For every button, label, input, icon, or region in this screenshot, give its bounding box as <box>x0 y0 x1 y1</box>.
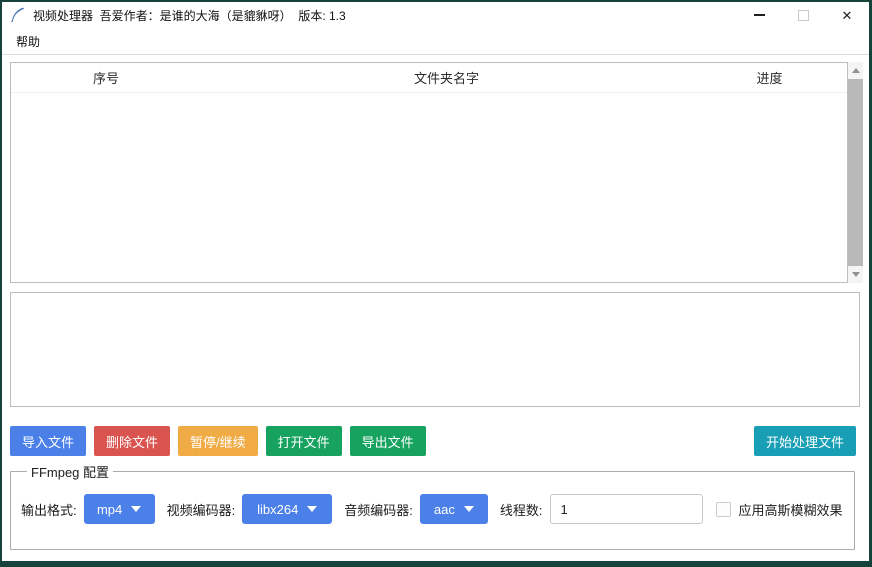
file-table-header: 序号 文件夹名字 进度 <box>11 63 847 93</box>
file-table[interactable]: 序号 文件夹名字 进度 <box>10 62 848 283</box>
close-button[interactable]: ✕ <box>825 2 869 28</box>
output-format-value: mp4 <box>97 502 122 517</box>
minimize-button[interactable] <box>737 2 781 28</box>
import-files-button[interactable]: 导入文件 <box>10 426 86 456</box>
ffmpeg-config-group: FFmpeg 配置 输出格式: mp4 视频编码器: libx264 音频编码器… <box>10 462 855 550</box>
video-encoder-value: libx264 <box>257 502 298 517</box>
threads-label: 线程数: <box>500 500 543 519</box>
close-icon: ✕ <box>842 9 853 22</box>
video-encoder-label: 视频编码器: <box>167 500 236 519</box>
start-processing-button[interactable]: 开始处理文件 <box>754 426 856 456</box>
app-window: 视频处理器 吾爱作者：是谁的大海（是貔貅呀） 版本: 1.3 ✕ 帮助 序号 文… <box>0 0 872 567</box>
export-files-button[interactable]: 导出文件 <box>350 426 426 456</box>
video-encoder-select[interactable]: libx264 <box>242 494 332 524</box>
scrollbar-thumb[interactable] <box>848 79 863 266</box>
delete-files-button[interactable]: 删除文件 <box>94 426 170 456</box>
scrollbar-up-button[interactable] <box>848 62 863 79</box>
ffmpeg-config-legend: FFmpeg 配置 <box>27 462 113 481</box>
output-format-label: 输出格式: <box>21 500 77 519</box>
gaussian-blur-label: 应用高斯模糊效果 <box>739 500 843 519</box>
column-header-index: 序号 <box>11 68 201 87</box>
titlebar: 视频处理器 吾爱作者：是谁的大海（是貔貅呀） 版本: 1.3 ✕ <box>2 2 869 28</box>
pause-resume-button[interactable]: 暂停/继续 <box>178 426 258 456</box>
output-format-select[interactable]: mp4 <box>84 494 155 524</box>
toolbar: 导入文件 删除文件 暂停/继续 打开文件 导出文件 开始处理文件 <box>10 426 856 456</box>
window-title: 视频处理器 吾爱作者：是谁的大海（是貔貅呀） 版本: 1.3 <box>33 7 346 24</box>
table-scrollbar[interactable] <box>848 62 863 283</box>
threads-input[interactable] <box>550 494 703 524</box>
open-files-button[interactable]: 打开文件 <box>266 426 342 456</box>
column-header-progress: 进度 <box>692 68 847 87</box>
log-textbox[interactable] <box>10 292 860 407</box>
file-table-area: 序号 文件夹名字 进度 <box>10 62 863 283</box>
arrow-up-icon <box>852 68 860 73</box>
file-table-body[interactable] <box>11 93 847 282</box>
gaussian-blur-checkbox[interactable] <box>716 502 731 517</box>
window-controls: ✕ <box>737 2 869 28</box>
audio-encoder-select[interactable]: aac <box>420 494 488 524</box>
menu-help[interactable]: 帮助 <box>12 31 44 52</box>
arrow-down-icon <box>852 272 860 277</box>
scrollbar-down-button[interactable] <box>848 266 863 283</box>
ffmpeg-config-row: 输出格式: mp4 视频编码器: libx264 音频编码器: aac 线程数:… <box>21 494 844 524</box>
chevron-down-icon <box>464 506 474 512</box>
menubar: 帮助 <box>2 28 869 55</box>
maximize-icon <box>798 10 809 21</box>
column-header-folder-name: 文件夹名字 <box>201 68 692 87</box>
audio-encoder-value: aac <box>434 502 455 517</box>
audio-encoder-label: 音频编码器: <box>344 500 413 519</box>
chevron-down-icon <box>307 506 317 512</box>
minimize-icon <box>754 14 765 16</box>
chevron-down-icon <box>131 506 141 512</box>
tk-feather-icon <box>10 7 26 23</box>
maximize-button[interactable] <box>781 2 825 28</box>
